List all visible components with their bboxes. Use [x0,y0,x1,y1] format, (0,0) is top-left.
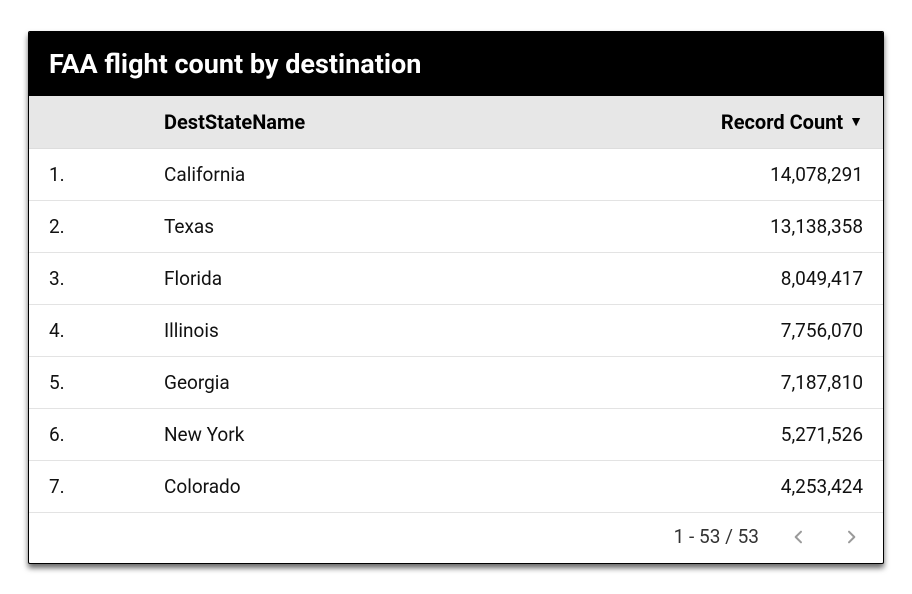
row-count: 4,253,424 [643,475,863,498]
table-row: 1. California 14,078,291 [29,149,883,201]
table-row: 6. New York 5,271,526 [29,409,883,461]
row-name: Illinois [164,319,643,342]
row-rank: 3. [49,267,164,290]
row-rank: 7. [49,475,164,498]
column-header-name[interactable]: DestStateName [164,110,643,134]
sort-desc-icon: ▼ [849,115,863,129]
pager: 1 - 53 / 53 [29,513,883,563]
row-name: California [164,163,643,186]
table-body: 1. California 14,078,291 2. Texas 13,138… [29,149,883,513]
row-name: Georgia [164,371,643,394]
chevron-right-icon [843,529,859,545]
row-count: 5,271,526 [643,423,863,446]
row-count: 8,049,417 [643,267,863,290]
column-header-count-label: Record Count [721,110,843,134]
table-row: 4. Illinois 7,756,070 [29,305,883,357]
report-card: FAA flight count by destination DestStat… [28,31,884,564]
row-rank: 2. [49,215,164,238]
table-row: 5. Georgia 7,187,810 [29,357,883,409]
row-rank: 4. [49,319,164,342]
row-name: New York [164,423,643,446]
row-count: 14,078,291 [643,163,863,186]
pager-range: 1 - 53 / 53 [674,525,759,548]
row-count: 13,138,358 [643,215,863,238]
column-header-count[interactable]: Record Count ▼ [643,110,863,134]
row-count: 7,756,070 [643,319,863,342]
row-name: Florida [164,267,643,290]
row-rank: 6. [49,423,164,446]
page-title: FAA flight count by destination [29,32,883,96]
row-rank: 5. [49,371,164,394]
table-header-row: DestStateName Record Count ▼ [29,96,883,149]
chevron-left-icon [791,529,807,545]
row-name: Colorado [164,475,643,498]
table-row: 2. Texas 13,138,358 [29,201,883,253]
row-name: Texas [164,215,643,238]
table-row: 7. Colorado 4,253,424 [29,461,883,513]
row-count: 7,187,810 [643,371,863,394]
column-rank [49,110,164,134]
pager-next-button[interactable] [839,525,863,549]
table-row: 3. Florida 8,049,417 [29,253,883,305]
row-rank: 1. [49,163,164,186]
pager-prev-button[interactable] [787,525,811,549]
